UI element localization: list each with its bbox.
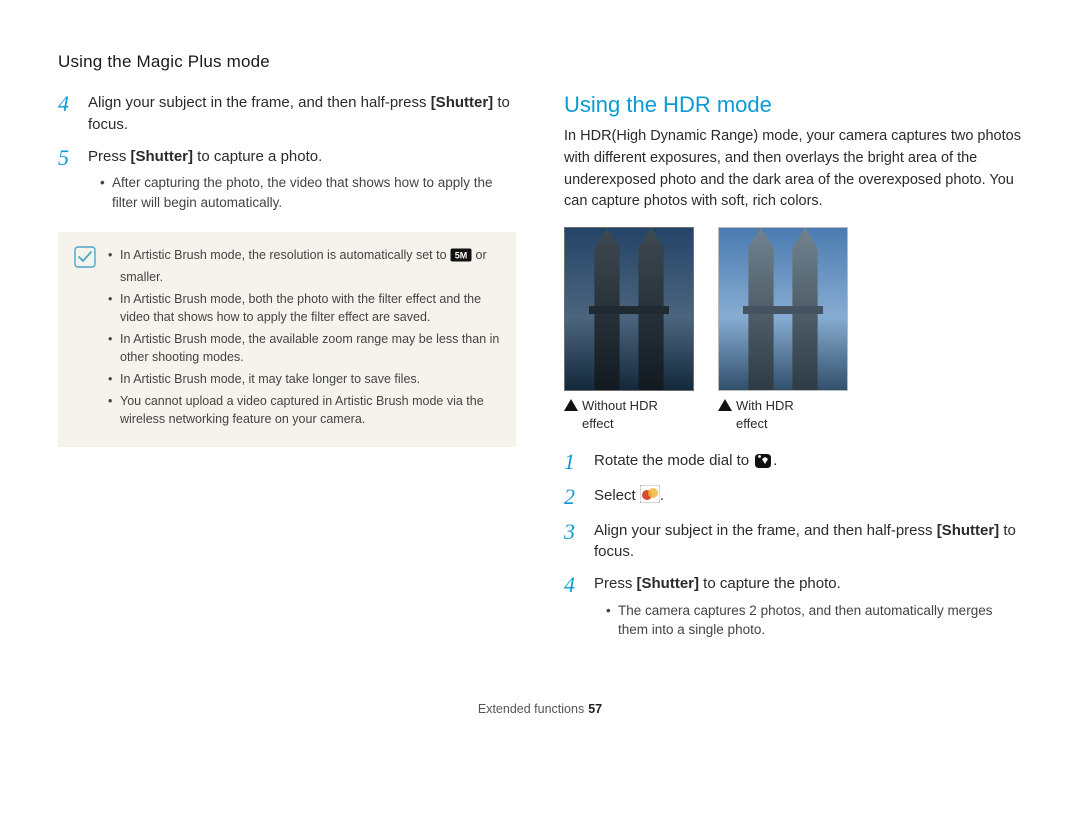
step-text: Align your subject in the frame, and the… — [594, 520, 1022, 564]
caption-line1: With HDR — [736, 398, 794, 413]
image-without-hdr-wrap: Without HDR effect — [564, 227, 694, 432]
step-number: 4 — [58, 92, 76, 136]
step-3-right: 3 Align your subject in the frame, and t… — [564, 520, 1022, 564]
step-text: Align your subject in the frame, and the… — [88, 92, 516, 136]
step-number: 5 — [58, 146, 76, 215]
step-2-right: 2 Select . — [564, 485, 1022, 510]
section-title-hdr: Using the HDR mode — [564, 92, 1022, 118]
step-text: Press [Shutter] to capture a photo. Afte… — [88, 146, 516, 215]
image-with-hdr-wrap: With HDR effect — [718, 227, 848, 432]
step-text-a: Align your subject in the frame, and the… — [88, 94, 431, 111]
step-number: 4 — [564, 573, 582, 642]
caption-line2: effect — [736, 416, 768, 431]
triangle-up-icon — [564, 399, 578, 411]
note-item: In Artistic Brush mode, both the photo w… — [108, 290, 500, 326]
step-number: 3 — [564, 520, 582, 564]
caption-without-hdr: Without HDR effect — [564, 397, 694, 432]
comparison-images: Without HDR effect With HDR effect — [564, 227, 1022, 432]
step-text-a: Select — [594, 487, 640, 504]
note-icon — [74, 246, 96, 268]
step-bold: [Shutter] — [637, 575, 700, 592]
step-number: 2 — [564, 485, 582, 510]
step-5-left: 5 Press [Shutter] to capture a photo. Af… — [58, 146, 516, 215]
mode-dial-icon — [753, 452, 773, 475]
step-text: Select . — [594, 485, 664, 510]
step-text: Rotate the mode dial to . — [594, 450, 777, 475]
step-text-b: . — [660, 487, 664, 504]
step-text-b: to capture the photo. — [699, 575, 841, 592]
step-4-right: 4 Press [Shutter] to capture the photo. … — [564, 573, 1022, 642]
image-without-hdr — [564, 227, 694, 391]
step-text: Press [Shutter] to capture the photo. Th… — [594, 573, 1022, 642]
page-number: 57 — [588, 702, 602, 716]
step-sub-list: The camera captures 2 photos, and then a… — [606, 601, 1022, 640]
footer-label: Extended functions — [478, 702, 584, 716]
step-text-b: . — [773, 452, 777, 469]
page-footer: Extended functions 57 — [58, 702, 1022, 716]
step-sub-item: After capturing the photo, the video tha… — [100, 173, 516, 212]
step-4-left: 4 Align your subject in the frame, and t… — [58, 92, 516, 136]
step-bold: [Shutter] — [131, 148, 194, 165]
step-text-a: Press — [594, 575, 637, 592]
caption-with-hdr: With HDR effect — [718, 397, 848, 432]
image-with-hdr — [718, 227, 848, 391]
right-column: Using the HDR mode In HDR(High Dynamic R… — [564, 92, 1022, 652]
step-bold: [Shutter] — [937, 522, 1000, 539]
step-bold: [Shutter] — [431, 94, 494, 111]
step-text-a: Rotate the mode dial to — [594, 452, 753, 469]
note-item: In Artistic Brush mode, the resolution i… — [108, 246, 500, 285]
step-number: 1 — [564, 450, 582, 475]
note-list: In Artistic Brush mode, the resolution i… — [108, 246, 500, 432]
hdr-intro: In HDR(High Dynamic Range) mode, your ca… — [564, 126, 1022, 213]
page-header: Using the Magic Plus mode — [58, 52, 1022, 72]
step-sub-list: After capturing the photo, the video tha… — [100, 173, 516, 212]
note-item: You cannot upload a video captured in Ar… — [108, 392, 500, 428]
step-text-a: Press — [88, 148, 131, 165]
step-1-right: 1 Rotate the mode dial to . — [564, 450, 1022, 475]
step-text-a: Align your subject in the frame, and the… — [594, 522, 937, 539]
resolution-5m-icon: 5M — [450, 248, 472, 267]
step-text-b: to capture a photo. — [193, 148, 322, 165]
caption-line1: Without HDR — [582, 398, 658, 413]
left-column: 4 Align your subject in the frame, and t… — [58, 92, 516, 652]
triangle-up-icon — [718, 399, 732, 411]
note-item: In Artistic Brush mode, it may take long… — [108, 370, 500, 388]
svg-text:5M: 5M — [455, 251, 468, 261]
step-sub-item: The camera captures 2 photos, and then a… — [606, 601, 1022, 640]
hdr-select-icon — [640, 485, 660, 510]
note-item: In Artistic Brush mode, the available zo… — [108, 330, 500, 366]
note-pre: In Artistic Brush mode, the resolution i… — [120, 248, 450, 262]
note-box: In Artistic Brush mode, the resolution i… — [58, 232, 516, 446]
caption-line2: effect — [582, 416, 614, 431]
